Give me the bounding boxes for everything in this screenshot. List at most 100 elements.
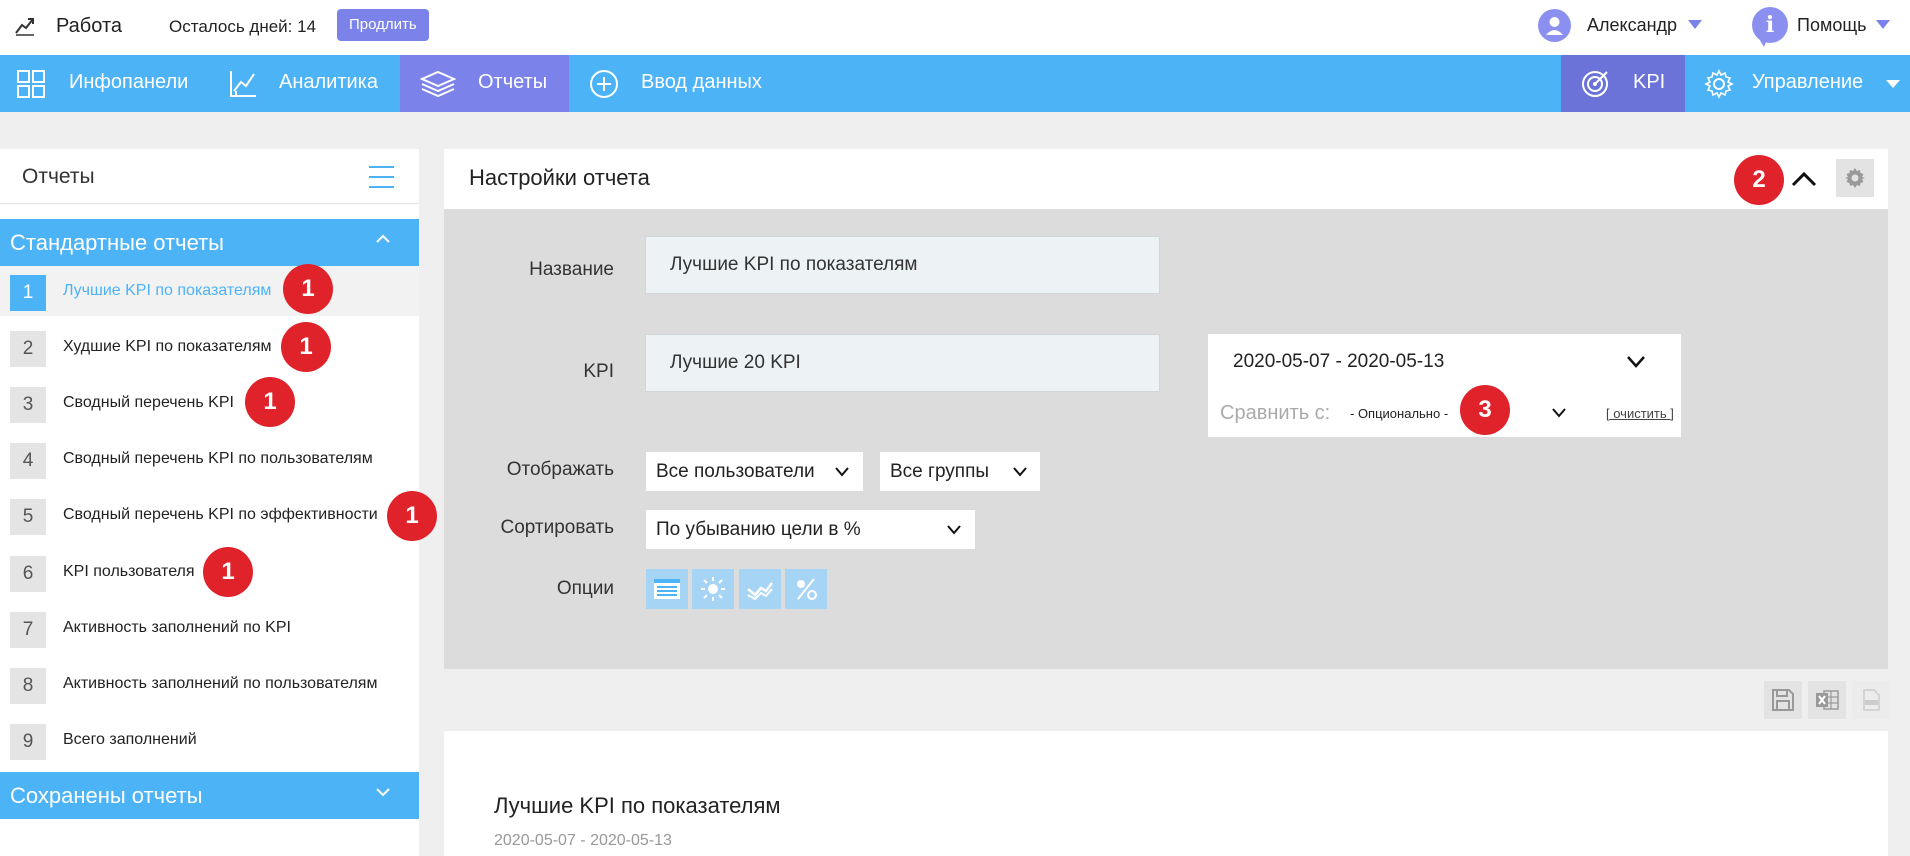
date-range-box: 2020-05-07 - 2020-05-13 Сравнить с: - Оп… bbox=[1208, 334, 1681, 437]
date-range-value[interactable]: 2020-05-07 - 2020-05-13 bbox=[1233, 351, 1444, 373]
option-table-button[interactable] bbox=[646, 569, 688, 609]
saved-reports-header[interactable]: Сохранены отчеты bbox=[0, 772, 419, 819]
user-avatar-icon[interactable] bbox=[1538, 9, 1571, 42]
chevron-up-icon bbox=[376, 234, 390, 243]
report-item-2[interactable]: 2 Худшие KPI по показателям bbox=[0, 322, 419, 372]
report-item-5[interactable]: 5 Сводный перечень KPI по эффективности bbox=[0, 490, 419, 540]
report-item-8[interactable]: 8 Активность заполнений по пользователям bbox=[0, 659, 419, 709]
plus-circle-icon bbox=[590, 70, 618, 98]
layers-icon bbox=[420, 70, 456, 98]
annotation-badge-1: 1 bbox=[387, 491, 437, 541]
user-name[interactable]: Александр bbox=[1587, 15, 1677, 36]
sort-select-value: По убыванию цели в % bbox=[656, 519, 861, 540]
chevron-down-icon[interactable] bbox=[1551, 407, 1567, 418]
clear-link[interactable]: [ очистить ] bbox=[1606, 406, 1674, 421]
report-number: 7 bbox=[10, 612, 46, 648]
report-result: Лучшие KPI по показателям 2020-05-07 - 2… bbox=[444, 731, 1888, 856]
export-excel-button[interactable] bbox=[1808, 681, 1846, 719]
users-select[interactable]: Все пользователи bbox=[646, 452, 863, 491]
floppy-disk-icon bbox=[1772, 689, 1794, 711]
help-caret-icon[interactable] bbox=[1876, 20, 1890, 29]
report-number: 2 bbox=[10, 331, 46, 367]
report-number: 9 bbox=[10, 724, 46, 760]
report-number: 6 bbox=[10, 556, 46, 592]
groups-select[interactable]: Все группы bbox=[880, 452, 1040, 491]
compare-label: Сравнить с: bbox=[1220, 402, 1331, 424]
kpi-value: Лучшие 20 KPI bbox=[670, 352, 801, 373]
report-name: KPI пользователя bbox=[63, 563, 195, 580]
sort-label: Сортировать bbox=[500, 517, 614, 538]
trend-lines-icon bbox=[747, 582, 773, 601]
nav-analytics[interactable]: Аналитика bbox=[215, 55, 400, 112]
report-name: Сводный перечень KPI по эффективности bbox=[63, 506, 378, 523]
report-name-field[interactable]: Лучшие KPI по показателям bbox=[645, 236, 1160, 294]
export-pdf-button[interactable] bbox=[1852, 681, 1890, 719]
standard-reports-header[interactable]: Стандартные отчеты bbox=[0, 219, 419, 266]
annotation-badge-3: 3 bbox=[1460, 385, 1510, 435]
nav-dashboards[interactable]: Инфопанели bbox=[0, 55, 215, 112]
groups-select-value: Все группы bbox=[890, 461, 990, 482]
chevron-down-icon[interactable] bbox=[1626, 355, 1646, 369]
sun-icon bbox=[701, 577, 725, 601]
chevron-down-icon bbox=[947, 524, 961, 535]
table-icon bbox=[654, 579, 680, 599]
chevron-down-icon bbox=[835, 466, 849, 477]
nav-data-entry-label: Ввод данных bbox=[641, 71, 762, 93]
report-name: Лучшие KPI по показателям bbox=[63, 282, 272, 299]
nav-analytics-label: Аналитика bbox=[279, 71, 378, 93]
pdf-icon bbox=[1863, 689, 1880, 711]
report-item-7[interactable]: 7 Активность заполнений по KPI bbox=[0, 603, 419, 653]
annotation-badge-1: 1 bbox=[245, 377, 295, 427]
sidebar-title: Отчеты bbox=[22, 165, 95, 188]
kpi-label: KPI bbox=[583, 361, 614, 382]
report-number: 4 bbox=[10, 443, 46, 479]
settings-form: Название Лучшие KPI по показателям KPI Л… bbox=[444, 209, 1888, 669]
sidebar-header: Отчеты bbox=[0, 149, 419, 204]
report-item-9[interactable]: 9 Всего заполнений bbox=[0, 715, 419, 765]
settings-gear-button[interactable] bbox=[1836, 159, 1874, 197]
report-item-4[interactable]: 4 Сводный перечень KPI по пользователям bbox=[0, 434, 419, 484]
settings-title: Настройки отчета bbox=[469, 165, 650, 190]
chevron-down-icon bbox=[376, 788, 390, 797]
grid-icon bbox=[17, 70, 45, 98]
saved-reports-title: Сохранены отчеты bbox=[10, 783, 203, 808]
annotation-badge-2: 2 bbox=[1734, 155, 1784, 205]
report-number: 1 bbox=[10, 275, 46, 311]
save-button[interactable] bbox=[1764, 681, 1802, 719]
app-title: Работа bbox=[56, 15, 122, 37]
report-item-1[interactable]: 1 Лучшие KPI по показателям bbox=[0, 266, 419, 316]
nav-kpi-label: KPI bbox=[1633, 71, 1666, 93]
trend-logo-icon bbox=[15, 18, 34, 36]
report-name-value: Лучшие KPI по показателям bbox=[670, 254, 918, 275]
standard-reports-title: Стандартные отчеты bbox=[10, 230, 224, 255]
annotation-badge-1: 1 bbox=[283, 264, 333, 314]
chevron-down-icon bbox=[1886, 80, 1900, 88]
report-name: Сводный перечень KPI bbox=[63, 394, 234, 411]
help-link[interactable]: Помощь bbox=[1797, 15, 1867, 36]
report-name: Активность заполнений по пользователям bbox=[63, 675, 378, 692]
sort-select[interactable]: По убыванию цели в % bbox=[646, 510, 975, 549]
report-item-3[interactable]: 3 Сводный перечень KPI bbox=[0, 378, 419, 428]
report-number: 3 bbox=[10, 387, 46, 423]
option-trend-button[interactable] bbox=[739, 569, 781, 609]
chevron-up-icon[interactable] bbox=[1791, 166, 1817, 192]
kpi-field[interactable]: Лучшие 20 KPI bbox=[645, 334, 1160, 392]
chevron-down-icon bbox=[1013, 466, 1027, 477]
nav-kpi[interactable]: KPI bbox=[1561, 55, 1685, 112]
option-percent-button[interactable] bbox=[785, 569, 827, 609]
hamburger-menu-icon[interactable] bbox=[369, 166, 394, 188]
nav-reports[interactable]: Отчеты bbox=[400, 55, 569, 112]
help-info-icon[interactable]: i bbox=[1752, 7, 1788, 47]
report-name: Худшие KPI по показателям bbox=[63, 338, 272, 355]
report-number: 5 bbox=[10, 499, 46, 535]
users-select-value: Все пользователи bbox=[656, 461, 815, 482]
percent-icon bbox=[797, 578, 817, 600]
nav-manage[interactable]: Управление bbox=[1685, 55, 1910, 112]
user-caret-icon[interactable] bbox=[1688, 20, 1702, 29]
nav-dashboards-label: Инфопанели bbox=[69, 71, 189, 93]
nav-data-entry[interactable]: Ввод данных bbox=[569, 55, 779, 112]
compare-select[interactable]: - Опционально - bbox=[1350, 406, 1448, 421]
extend-button[interactable]: Продлить bbox=[337, 9, 429, 41]
option-highlight-button[interactable] bbox=[692, 569, 734, 609]
excel-icon bbox=[1816, 690, 1839, 710]
